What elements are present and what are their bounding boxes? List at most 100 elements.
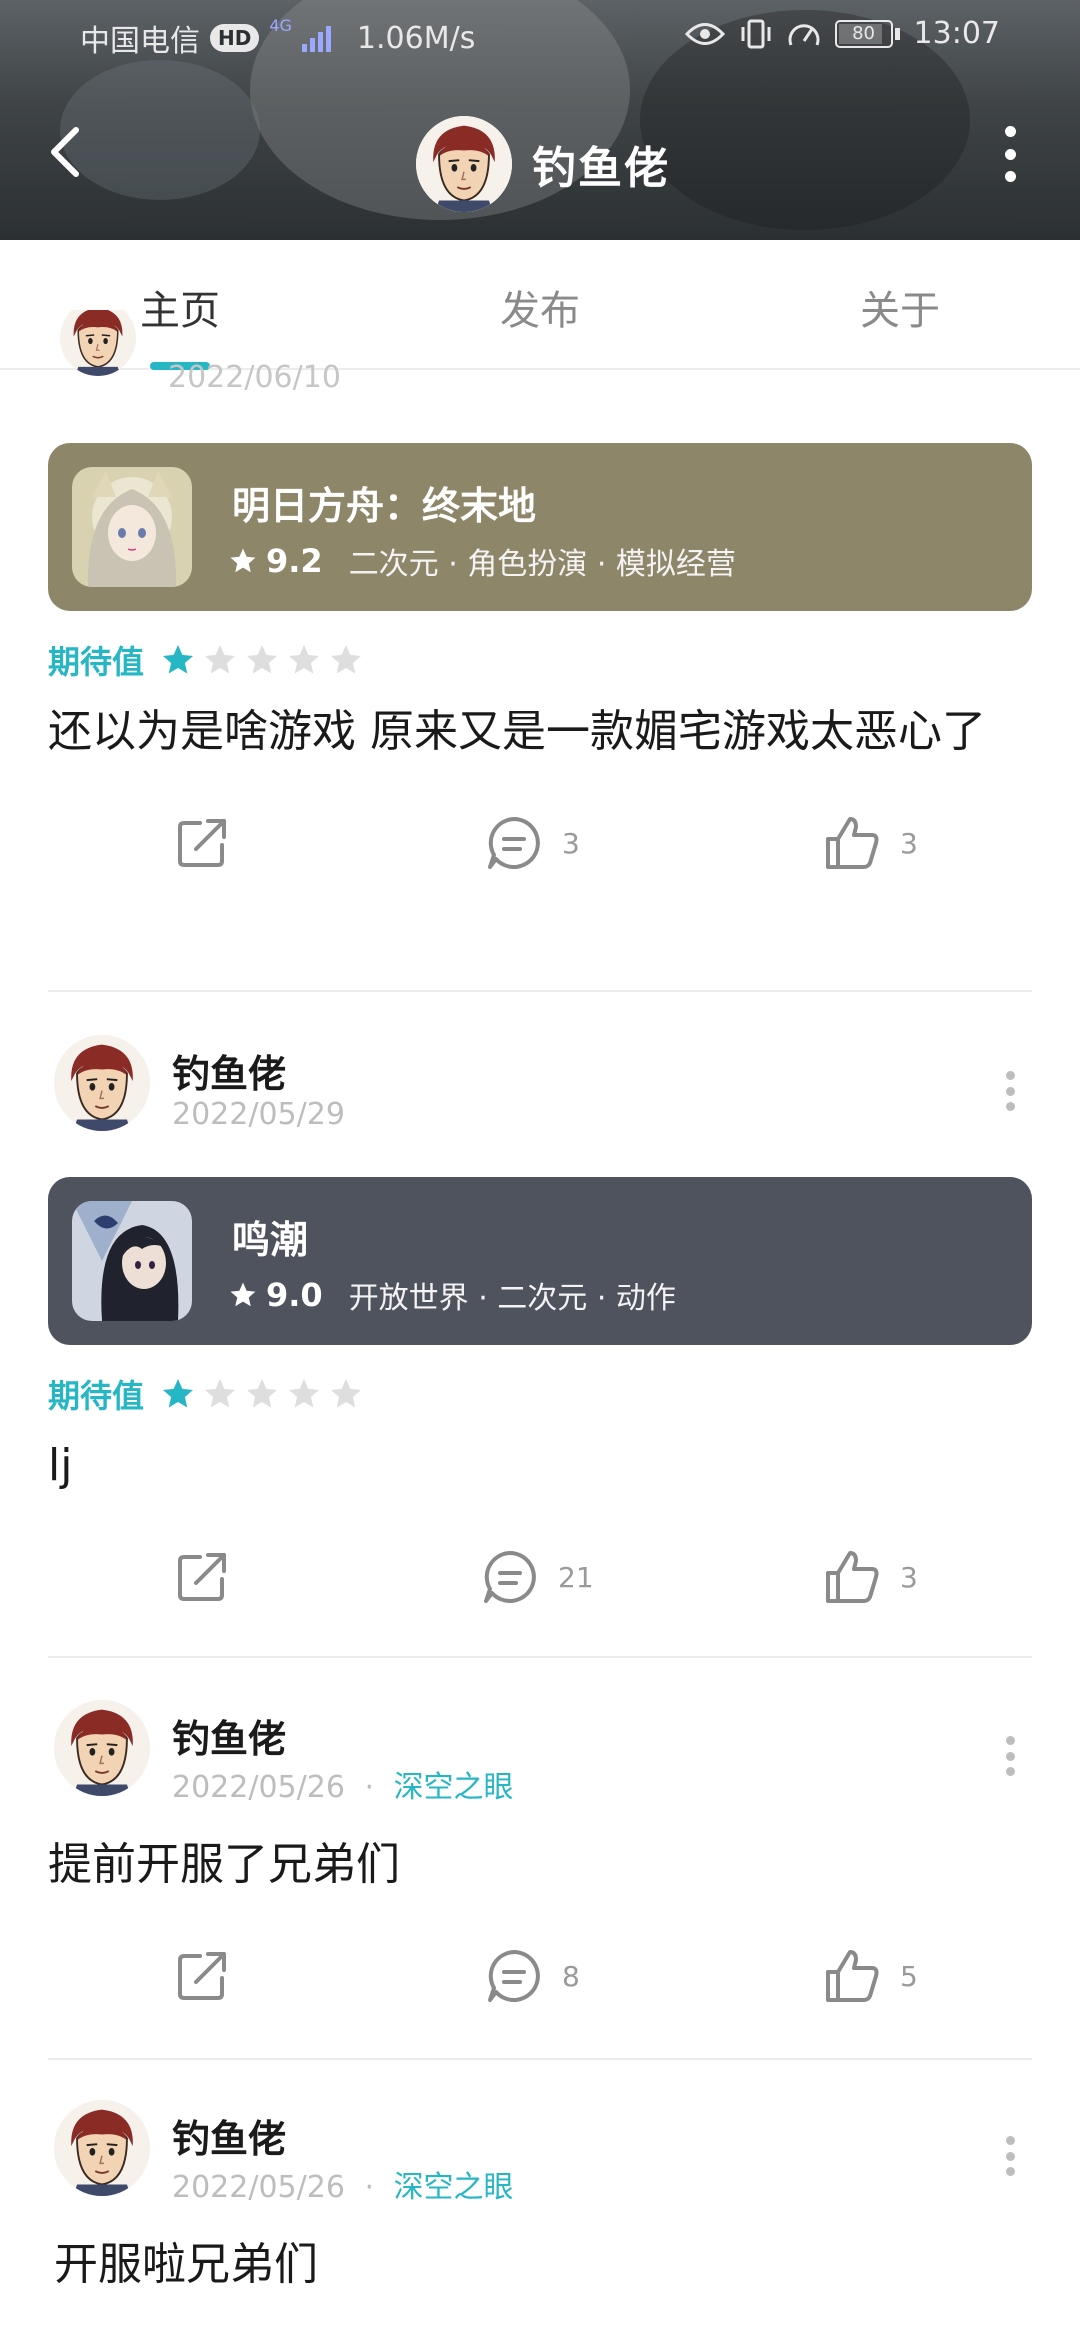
star-icon: [244, 1376, 280, 1412]
game-tag-link[interactable]: 深空之眼: [394, 2170, 514, 2205]
share-icon: [172, 1547, 232, 1607]
star-icon: [244, 642, 280, 678]
share-button[interactable]: [172, 813, 232, 873]
like-count: 3: [900, 826, 918, 860]
post-card: 钓鱼佬 2022/05/26 · 深空之眼 提前开服了兄弟们 8 5: [48, 1700, 1032, 2046]
star-icon: [202, 642, 238, 678]
post-date: 2022/06/10: [168, 360, 341, 395]
share-button[interactable]: [172, 1946, 232, 2006]
like-icon: [822, 1946, 882, 2006]
eye-icon: [684, 22, 725, 45]
star-icon: [286, 642, 322, 678]
like-button[interactable]: 5: [822, 1946, 918, 2006]
profile-title: 钓鱼佬: [416, 116, 670, 212]
meta-separator: ·: [364, 2170, 375, 2205]
post-card: 钓鱼佬 2022/05/29 鸣潮 9.0 开放世界 · 二次元 · 动作 期待…: [48, 1035, 1032, 1647]
star-icon: [202, 1376, 238, 1412]
avatar[interactable]: [54, 2100, 150, 2196]
tab-bar: 主页 发布 关于: [0, 240, 1080, 370]
game-icon: [72, 1201, 192, 1321]
comment-button[interactable]: 8: [484, 1946, 580, 2006]
comment-count: 8: [562, 1959, 580, 1993]
game-score: 9.0: [266, 1276, 323, 1314]
post-text[interactable]: 开服啦兄弟们: [48, 2232, 1032, 2298]
expectation-rating: 期待值: [48, 1369, 1032, 1419]
meta-separator: ·: [364, 1770, 375, 1805]
star-icon: [160, 1376, 196, 1412]
post-author: 钓鱼佬 2022/05/26 · 深空之眼: [48, 1700, 1032, 1810]
battery-level: 80: [852, 22, 875, 44]
comment-count: 3: [562, 826, 580, 860]
post-actions: 8 5: [48, 1916, 1032, 2046]
comment-icon: [484, 813, 544, 873]
avatar: [416, 116, 512, 212]
post-menu-button[interactable]: [1004, 2136, 1016, 2176]
carrier-label: 中国电信: [80, 24, 200, 59]
username[interactable]: 钓鱼佬: [172, 1043, 286, 1098]
avatar[interactable]: [54, 1035, 150, 1131]
like-icon: [822, 813, 882, 873]
tab-posts[interactable]: 发布: [460, 278, 620, 336]
more-options-button[interactable]: [1000, 126, 1020, 182]
post-author: 钓鱼佬 2022/05/29: [48, 1035, 1032, 1145]
avatar[interactable]: [60, 310, 136, 400]
post-text[interactable]: lj: [48, 1433, 1032, 1499]
post-date: 2022/05/26: [172, 2170, 345, 2205]
star-icon: [228, 546, 258, 576]
speedometer-icon: [788, 23, 820, 46]
post-date: 2022/05/26: [172, 1770, 345, 1805]
share-button[interactable]: [172, 1547, 232, 1607]
share-icon: [172, 813, 232, 873]
vibrate-icon: [741, 19, 771, 48]
like-button[interactable]: 3: [822, 1547, 918, 1607]
tab-about[interactable]: 关于: [820, 278, 980, 336]
battery-icon: 80: [834, 19, 900, 48]
comment-button[interactable]: 3: [484, 813, 580, 873]
like-icon: [822, 1547, 882, 1607]
like-count: 3: [900, 1560, 918, 1594]
game-name: 鸣潮: [232, 1218, 309, 1262]
game-card[interactable]: 明日方舟：终末地 9.2 二次元 · 角色扮演 · 模拟经营: [48, 443, 1032, 611]
game-tag-link[interactable]: 深空之眼: [394, 1770, 514, 1805]
game-tags: 二次元 · 角色扮演 · 模拟经营: [348, 547, 736, 582]
post-card: 明日方舟：终末地 9.2 二次元 · 角色扮演 · 模拟经营 期待值 还以为是啥…: [48, 443, 1032, 913]
avatar[interactable]: [54, 1700, 150, 1796]
like-count: 5: [900, 1959, 918, 1993]
post-author: 钓鱼佬 2022/05/26 · 深空之眼: [48, 2100, 1032, 2210]
game-icon: [72, 467, 192, 587]
network-speed: 1.06M/s: [356, 20, 476, 56]
post-menu-button[interactable]: [1004, 1071, 1016, 1111]
post-menu-button[interactable]: [1004, 1736, 1016, 1776]
username[interactable]: 钓鱼佬: [172, 2108, 286, 2163]
post-date: 2022/05/29: [172, 1097, 345, 1132]
hd-badge: HD: [210, 24, 260, 52]
profile-header: 中国电信 HD 4G 1.06M/s 80 13:07 钓鱼佬: [0, 0, 1080, 240]
back-button[interactable]: [44, 122, 90, 182]
divider: [48, 2058, 1032, 2060]
comment-icon: [480, 1547, 540, 1607]
username[interactable]: 钓鱼佬: [172, 1708, 286, 1763]
page-title: 钓鱼佬: [532, 143, 670, 194]
game-score: 9.2: [266, 542, 323, 580]
divider: [48, 990, 1032, 992]
chevron-left-icon: [51, 127, 79, 177]
post-text[interactable]: 还以为是啥游戏 原来又是一款媚宅游戏太恶心了: [48, 699, 1032, 765]
star-icon: [228, 1280, 258, 1310]
comment-button[interactable]: 21: [480, 1547, 594, 1607]
expectation-rating: 期待值: [48, 635, 1032, 685]
status-bar: 中国电信 HD 4G 1.06M/s 80 13:07: [0, 0, 1080, 70]
header-background-blur: [60, 60, 260, 200]
game-tags: 开放世界 · 二次元 · 动作: [348, 1281, 676, 1316]
divider: [48, 1656, 1032, 1658]
like-button[interactable]: 3: [822, 813, 918, 873]
comment-count: 21: [558, 1560, 594, 1594]
signal-icon: [301, 24, 331, 52]
share-icon: [172, 1946, 232, 2006]
game-card[interactable]: 鸣潮 9.0 开放世界 · 二次元 · 动作: [48, 1177, 1032, 1345]
star-icon: [328, 1376, 364, 1412]
comment-icon: [484, 1946, 544, 2006]
post-actions: 21 3: [48, 1517, 1032, 1647]
post-text[interactable]: 提前开服了兄弟们: [48, 1832, 1032, 1898]
post-card: 钓鱼佬 2022/05/26 · 深空之眼 开服啦兄弟们: [48, 2100, 1032, 2298]
star-icon: [286, 1376, 322, 1412]
